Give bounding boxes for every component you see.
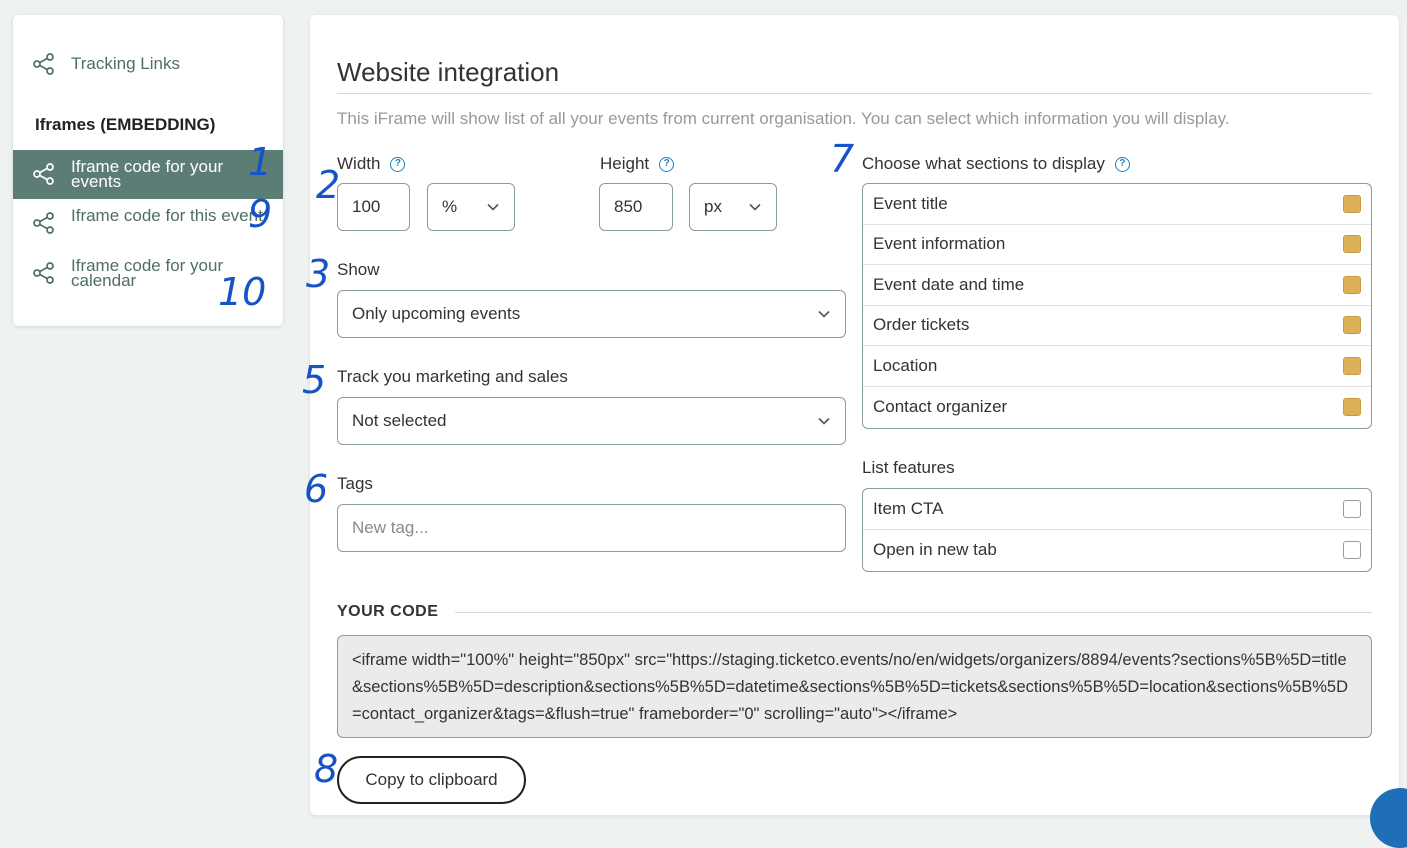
section-option-location[interactable]: Location — [863, 346, 1371, 387]
show-label: Show — [337, 260, 380, 279]
tags-label: Tags — [337, 474, 373, 493]
height-value: 850 — [614, 197, 643, 216]
annotation-6: 6 — [304, 467, 329, 511]
section-option-event-information[interactable]: Event information — [863, 225, 1371, 265]
help-icon[interactable]: ? — [659, 156, 675, 172]
width-value: 100 — [352, 197, 381, 216]
height-unit-select[interactable]: px — [689, 183, 777, 231]
checkbox[interactable] — [1343, 356, 1361, 375]
annotation-8: 8 — [314, 747, 339, 791]
share-icon — [33, 262, 54, 284]
sections-checklist: Event title Event information Event date… — [862, 183, 1372, 429]
features-label: List features — [862, 458, 955, 477]
feature-option-item-cta[interactable]: Item CTA — [863, 489, 1371, 530]
checkbox[interactable] — [1343, 194, 1361, 213]
share-icon — [33, 53, 54, 75]
show-select[interactable]: Only upcoming events — [337, 290, 846, 338]
main-panel: Website integration This iFrame will sho… — [310, 15, 1399, 815]
show-value: Only upcoming events — [352, 304, 521, 323]
width-label-text: Width — [337, 154, 381, 173]
checkbox[interactable] — [1343, 275, 1361, 294]
annotation-2: 2 — [316, 163, 341, 207]
annotation-3: 3 — [306, 252, 331, 296]
chevron-down-icon — [818, 310, 830, 318]
code-title: YOUR CODE — [337, 603, 439, 620]
checkbox[interactable] — [1343, 499, 1361, 518]
page-title: Website integration — [337, 57, 560, 87]
track-value: Not selected — [352, 411, 447, 430]
sidebar-item-tracking-links[interactable]: Tracking Links — [13, 53, 283, 75]
features-checklist: Item CTA Open in new tab — [862, 488, 1372, 572]
option-label: Event date and time — [873, 274, 1025, 294]
option-label: Event information — [873, 234, 1006, 254]
height-input[interactable]: 850 — [599, 183, 673, 231]
sidebar-item-label: Iframe code for this event — [71, 206, 263, 225]
tags-input[interactable]: New tag... — [337, 504, 846, 552]
page-description: This iFrame will show list of all your e… — [337, 109, 1230, 128]
share-icon — [33, 163, 54, 185]
tags-placeholder: New tag... — [352, 518, 429, 537]
feature-option-new-tab[interactable]: Open in new tab — [863, 530, 1371, 571]
copy-to-clipboard-button[interactable]: Copy to clipboard — [337, 756, 526, 804]
width-unit-select[interactable]: % — [427, 183, 515, 231]
option-label: Order tickets — [873, 315, 970, 335]
chevron-down-icon — [818, 417, 830, 425]
width-unit-value: % — [442, 197, 458, 216]
help-icon[interactable]: ? — [390, 156, 406, 172]
checkbox[interactable] — [1343, 540, 1361, 559]
section-option-contact-organizer[interactable]: Contact organizer — [863, 387, 1371, 428]
sections-label-text: Choose what sections to display — [862, 154, 1105, 173]
track-select[interactable]: Not selected — [337, 397, 846, 445]
option-label: Location — [873, 355, 938, 375]
sidebar-item-label: Iframe code for your events — [71, 157, 224, 191]
option-label: Event title — [873, 193, 948, 213]
chevron-down-icon — [749, 203, 761, 211]
chevron-down-icon — [487, 203, 499, 211]
annotation-5: 5 — [302, 358, 327, 402]
sidebar-item-label: Tracking Links — [71, 54, 180, 73]
width-label: Width ? — [337, 154, 406, 174]
annotation-1: 1 — [248, 140, 273, 184]
width-input[interactable]: 100 — [337, 183, 410, 231]
help-icon[interactable]: ? — [1114, 156, 1130, 172]
checkbox[interactable] — [1343, 235, 1361, 254]
checkbox[interactable] — [1343, 316, 1361, 335]
option-label: Open in new tab — [873, 539, 997, 559]
sidebar-item-iframe-this-event[interactable]: Iframe code for this event — [13, 205, 283, 241]
sidebar-item-iframe-events[interactable]: Iframe code for your events — [13, 150, 283, 199]
sidebar-section-title: Iframes (EMBEDDING) — [35, 115, 216, 134]
share-icon — [33, 212, 54, 234]
section-option-event-title[interactable]: Event title — [863, 184, 1371, 225]
height-label: Height ? — [600, 154, 675, 174]
annotation-7: 7 — [830, 137, 855, 181]
option-label: Item CTA — [873, 498, 944, 518]
height-label-text: Height — [600, 154, 650, 173]
divider — [337, 93, 1372, 94]
section-option-event-date[interactable]: Event date and time — [863, 265, 1371, 306]
sections-label: Choose what sections to display ? — [862, 154, 1130, 174]
annotation-10: 10 — [218, 270, 267, 314]
checkbox[interactable] — [1343, 397, 1361, 416]
divider — [455, 612, 1372, 613]
height-unit-value: px — [704, 197, 722, 216]
code-textarea[interactable]: <iframe width="100%" height="850px" src=… — [337, 635, 1372, 738]
track-label: Track you marketing and sales — [337, 367, 568, 386]
option-label: Contact organizer — [873, 396, 1008, 416]
section-option-order-tickets[interactable]: Order tickets — [863, 306, 1371, 346]
annotation-9: 9 — [248, 192, 273, 236]
